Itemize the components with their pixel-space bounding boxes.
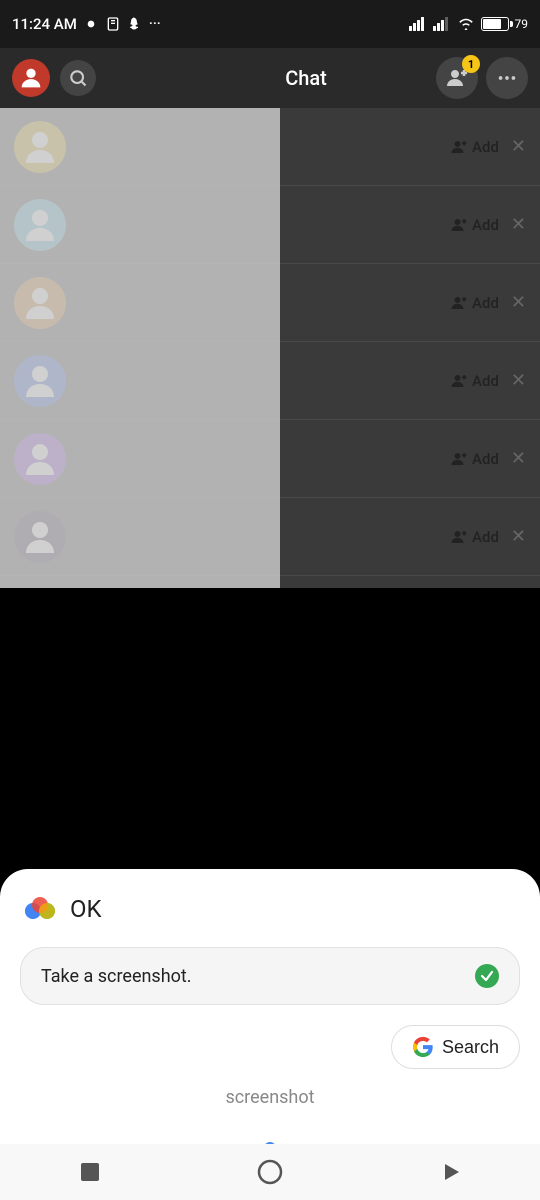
add-label-4: Add <box>472 450 499 468</box>
snapchat-icon <box>127 16 143 32</box>
add-person-icon-2 <box>450 294 468 312</box>
check-icon <box>475 964 499 988</box>
search-icon <box>68 68 88 88</box>
add-person-icon-4 <box>450 450 468 468</box>
google-assistant-logo <box>20 889 60 929</box>
chat-actions-5: Add ✕ <box>450 526 526 547</box>
recents-button[interactable] <box>430 1152 470 1192</box>
assistant-header: OK <box>20 889 520 929</box>
add-button-2[interactable]: Add <box>450 294 499 312</box>
search-row: Search <box>20 1025 520 1069</box>
add-label-1: Add <box>472 216 499 234</box>
close-button-2[interactable]: ✕ <box>511 292 526 313</box>
user-icon <box>17 64 45 92</box>
add-person-icon-5 <box>450 528 468 546</box>
chat-actions-1: Add ✕ <box>450 214 526 235</box>
add-label-3: Add <box>472 372 499 390</box>
notification-icon <box>83 16 99 32</box>
signal-icon-1 <box>409 17 427 31</box>
chat-actions-2: Add ✕ <box>450 292 526 313</box>
add-label-5: Add <box>472 528 499 546</box>
chat-actions-0: Add ✕ <box>450 136 526 157</box>
google-g-icon <box>412 1036 434 1058</box>
nav-right: 1 <box>436 57 528 99</box>
add-button-5[interactable]: Add <box>450 528 499 546</box>
checkmark-icon <box>480 969 494 983</box>
top-nav: Chat 1 <box>0 48 540 108</box>
add-label-0: Add <box>472 138 499 156</box>
time-text: 11:24 AM <box>12 15 77 33</box>
add-person-icon-1 <box>450 216 468 234</box>
wifi-icon <box>457 17 475 31</box>
square-icon <box>79 1161 101 1183</box>
chat-actions-4: Add ✕ <box>450 448 526 469</box>
assistant-input-box: Take a screenshot. <box>20 947 520 1005</box>
clipboard-icon <box>105 16 121 32</box>
search-button[interactable]: Search <box>391 1025 520 1069</box>
close-button-0[interactable]: ✕ <box>511 136 526 157</box>
status-icons: 79 <box>409 17 529 31</box>
assistant-input-text: Take a screenshot. <box>41 966 467 987</box>
home-button[interactable] <box>250 1152 290 1192</box>
add-label-2: Add <box>472 294 499 312</box>
more-button[interactable] <box>486 57 528 99</box>
signal-icon-2 <box>433 17 451 31</box>
add-button-4[interactable]: Add <box>450 450 499 468</box>
search-label: Search <box>442 1037 499 1058</box>
close-button-5[interactable]: ✕ <box>511 526 526 547</box>
user-avatar[interactable] <box>12 59 50 97</box>
search-button[interactable] <box>60 60 96 96</box>
more-dots: ··· <box>149 16 161 32</box>
add-person-icon-0 <box>450 138 468 156</box>
battery-text: 79 <box>515 17 529 31</box>
status-time: 11:24 AM ··· <box>12 15 161 33</box>
add-button-3[interactable]: Add <box>450 372 499 390</box>
close-button-1[interactable]: ✕ <box>511 214 526 235</box>
close-button-3[interactable]: ✕ <box>511 370 526 391</box>
privacy-overlay <box>0 108 280 588</box>
back-button[interactable] <box>70 1152 110 1192</box>
battery-icon <box>481 17 509 31</box>
close-button-4[interactable]: ✕ <box>511 448 526 469</box>
circle-icon <box>257 1159 283 1185</box>
status-bar: 11:24 AM ··· 79 <box>0 0 540 48</box>
add-button-0[interactable]: Add <box>450 138 499 156</box>
more-icon <box>496 67 518 89</box>
add-button-1[interactable]: Add <box>450 216 499 234</box>
chat-actions-3: Add ✕ <box>450 370 526 391</box>
chat-list: Add ✕ Add <box>0 108 540 588</box>
notification-badge: 1 <box>462 55 480 73</box>
assistant-recognized-word: screenshot <box>20 1087 520 1108</box>
add-person-icon-3 <box>450 372 468 390</box>
bottom-nav <box>0 1144 540 1200</box>
assistant-ok-text: OK <box>70 895 102 923</box>
add-friend-button[interactable]: 1 <box>436 57 478 99</box>
triangle-icon <box>439 1161 461 1183</box>
assistant-overlay: OK Take a screenshot. Search screenshot <box>0 869 540 1200</box>
